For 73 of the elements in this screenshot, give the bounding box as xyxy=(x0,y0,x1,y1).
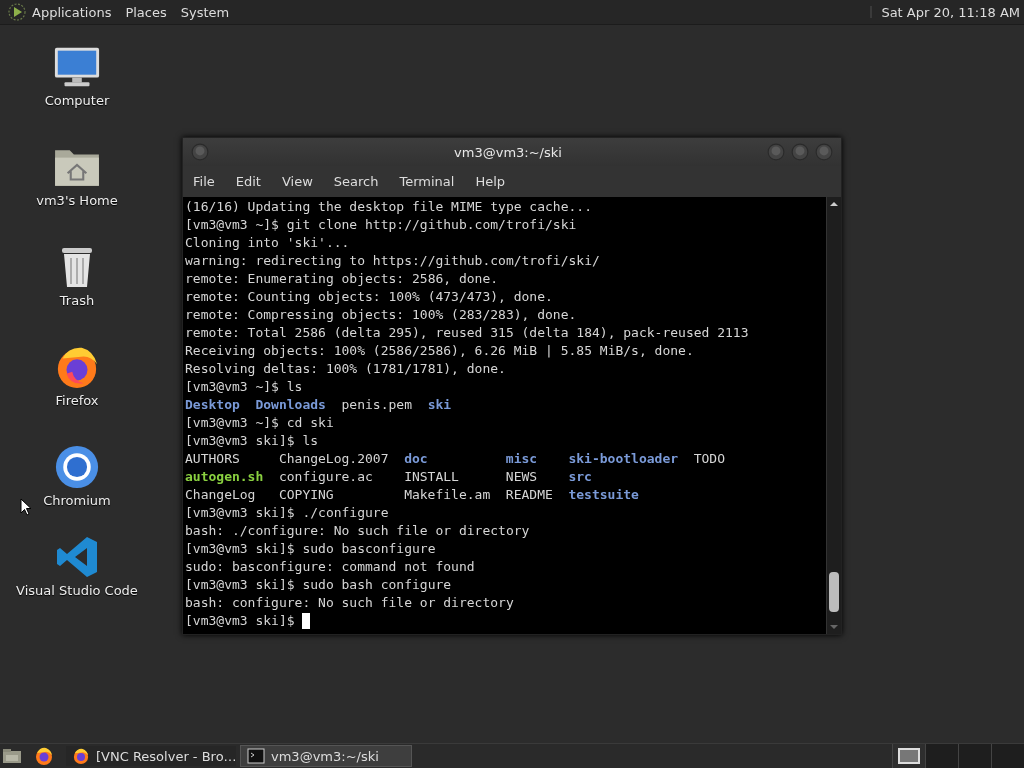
clock[interactable]: Sat Apr 20, 11:18 AM xyxy=(881,4,1020,20)
file-name: README xyxy=(505,487,553,502)
desktop-icon-label[interactable]: Visual Studio Code xyxy=(16,583,138,598)
mouse-pointer-icon xyxy=(20,498,32,516)
scroll-up-icon[interactable] xyxy=(829,201,839,207)
file-name: misc xyxy=(505,451,538,466)
file-name: testsuite xyxy=(568,487,639,502)
taskbar-button[interactable]: vm3@vm3:~/ski xyxy=(240,745,412,767)
file-name: ski-bootloader xyxy=(568,451,679,466)
scroll-down-icon[interactable] xyxy=(829,624,839,630)
file-name: configure.ac xyxy=(278,469,373,484)
window-title: vm3@vm3:~/ski xyxy=(453,144,563,160)
file-name: ChangeLog xyxy=(185,487,256,502)
terminal-line: (16/16) Updating the desktop file MIME type cache... xyxy=(185,198,592,216)
desktop-icon-label[interactable]: Trash xyxy=(59,293,95,308)
file-name: AUTHORS xyxy=(185,451,240,466)
firefox-launcher-icon[interactable] xyxy=(34,747,54,765)
file-name: TODO xyxy=(693,451,725,466)
terminal-line: remote: Total 2586 (delta 295), reused 315 (delta 184), pack-reused 2113 xyxy=(185,324,749,342)
firefox-icon xyxy=(72,748,90,764)
terminal-line: [vm3@vm3 ~]$ cd ski xyxy=(185,414,334,432)
file-name: Desktop xyxy=(185,396,240,414)
terminal-icon xyxy=(247,748,265,764)
show-desktop-icon[interactable] xyxy=(2,747,22,765)
panel-menu[interactable]: System xyxy=(180,4,230,20)
file-name: ChangeLog.2007 xyxy=(278,451,389,466)
file-name: ski xyxy=(427,396,452,414)
terminal-line: Resolving deltas: 100% (1781/1781), done. xyxy=(185,360,506,378)
terminal-line: Cloning into 'ski'... xyxy=(185,234,350,252)
terminal-line: bash: ./configure: No such file or directory xyxy=(185,522,530,540)
workspace-button[interactable] xyxy=(892,744,925,768)
terminal-prompt: [vm3@vm3 ski]$ xyxy=(185,612,295,630)
menu-logo-icon[interactable] xyxy=(8,3,26,21)
terminal-line: [vm3@vm3 ~]$ git clone http://github.com/trofi/ski xyxy=(185,216,577,234)
terminal-line: remote: Compressing objects: 100% (283/283), done. xyxy=(185,306,577,324)
terminal-line: sudo: basconfigure: command not found xyxy=(185,558,475,576)
file-name: NEWS xyxy=(505,469,538,484)
file-name: INSTALL xyxy=(404,469,459,484)
scrollbar[interactable] xyxy=(826,197,841,634)
file-name: Downloads xyxy=(255,396,326,414)
terminal-line: [vm3@vm3 ~]$ ls xyxy=(185,378,303,396)
taskbar-button[interactable]: [VNC Resolver - Bro… xyxy=(66,746,236,766)
terminal-line: bash: configure: No such file or directory xyxy=(185,594,514,612)
terminal-line: warning: redirecting to https://github.com/trofi/ski/ xyxy=(185,252,600,270)
file-name: COPYING xyxy=(278,487,334,502)
text-cursor xyxy=(302,613,311,629)
menu-item[interactable]: Terminal xyxy=(399,174,455,189)
file-name: Makefile.am xyxy=(404,487,491,502)
terminal-line: [vm3@vm3 ski]$ ls xyxy=(185,432,319,450)
chromium-icon[interactable] xyxy=(53,445,101,489)
menu-item[interactable]: View xyxy=(281,174,313,189)
menu-item[interactable]: File xyxy=(193,174,215,189)
menu-item[interactable]: Help xyxy=(475,174,506,189)
scrollbar-thumb[interactable] xyxy=(829,572,839,612)
file-name: autogen.sh xyxy=(185,469,264,484)
desktop-icon-label[interactable]: vm3's Home xyxy=(36,193,118,208)
file-name: penis.pem xyxy=(341,396,412,414)
menu-item[interactable]: Search xyxy=(333,174,379,189)
desktop-icon-label[interactable]: Firefox xyxy=(55,393,99,408)
file-name: src xyxy=(568,469,592,484)
desktop-icon-label[interactable]: Chromium xyxy=(43,493,111,508)
terminal-line: [vm3@vm3 ski]$ sudo basconfigure xyxy=(185,540,436,558)
panel-menu[interactable]: Applications xyxy=(32,4,112,20)
menu-item[interactable]: Edit xyxy=(235,174,261,189)
terminal-line: remote: Enumerating objects: 2586, done. xyxy=(185,270,499,288)
terminal-line: [vm3@vm3 ski]$ ./configure xyxy=(185,504,389,522)
desktop-icon-label[interactable]: Computer xyxy=(44,93,110,108)
file-name: doc xyxy=(404,451,428,466)
computer-icon[interactable] xyxy=(53,45,101,89)
terminal-line: Receiving objects: 100% (2586/2586), 6.26 MiB | 5.85 MiB/s, done. xyxy=(185,342,694,360)
terminal-line: [vm3@vm3 ski]$ sudo bash configure xyxy=(185,576,452,594)
terminal-line: remote: Counting objects: 100% (473/473), done. xyxy=(185,288,553,306)
panel-menu[interactable]: Places xyxy=(125,4,167,20)
